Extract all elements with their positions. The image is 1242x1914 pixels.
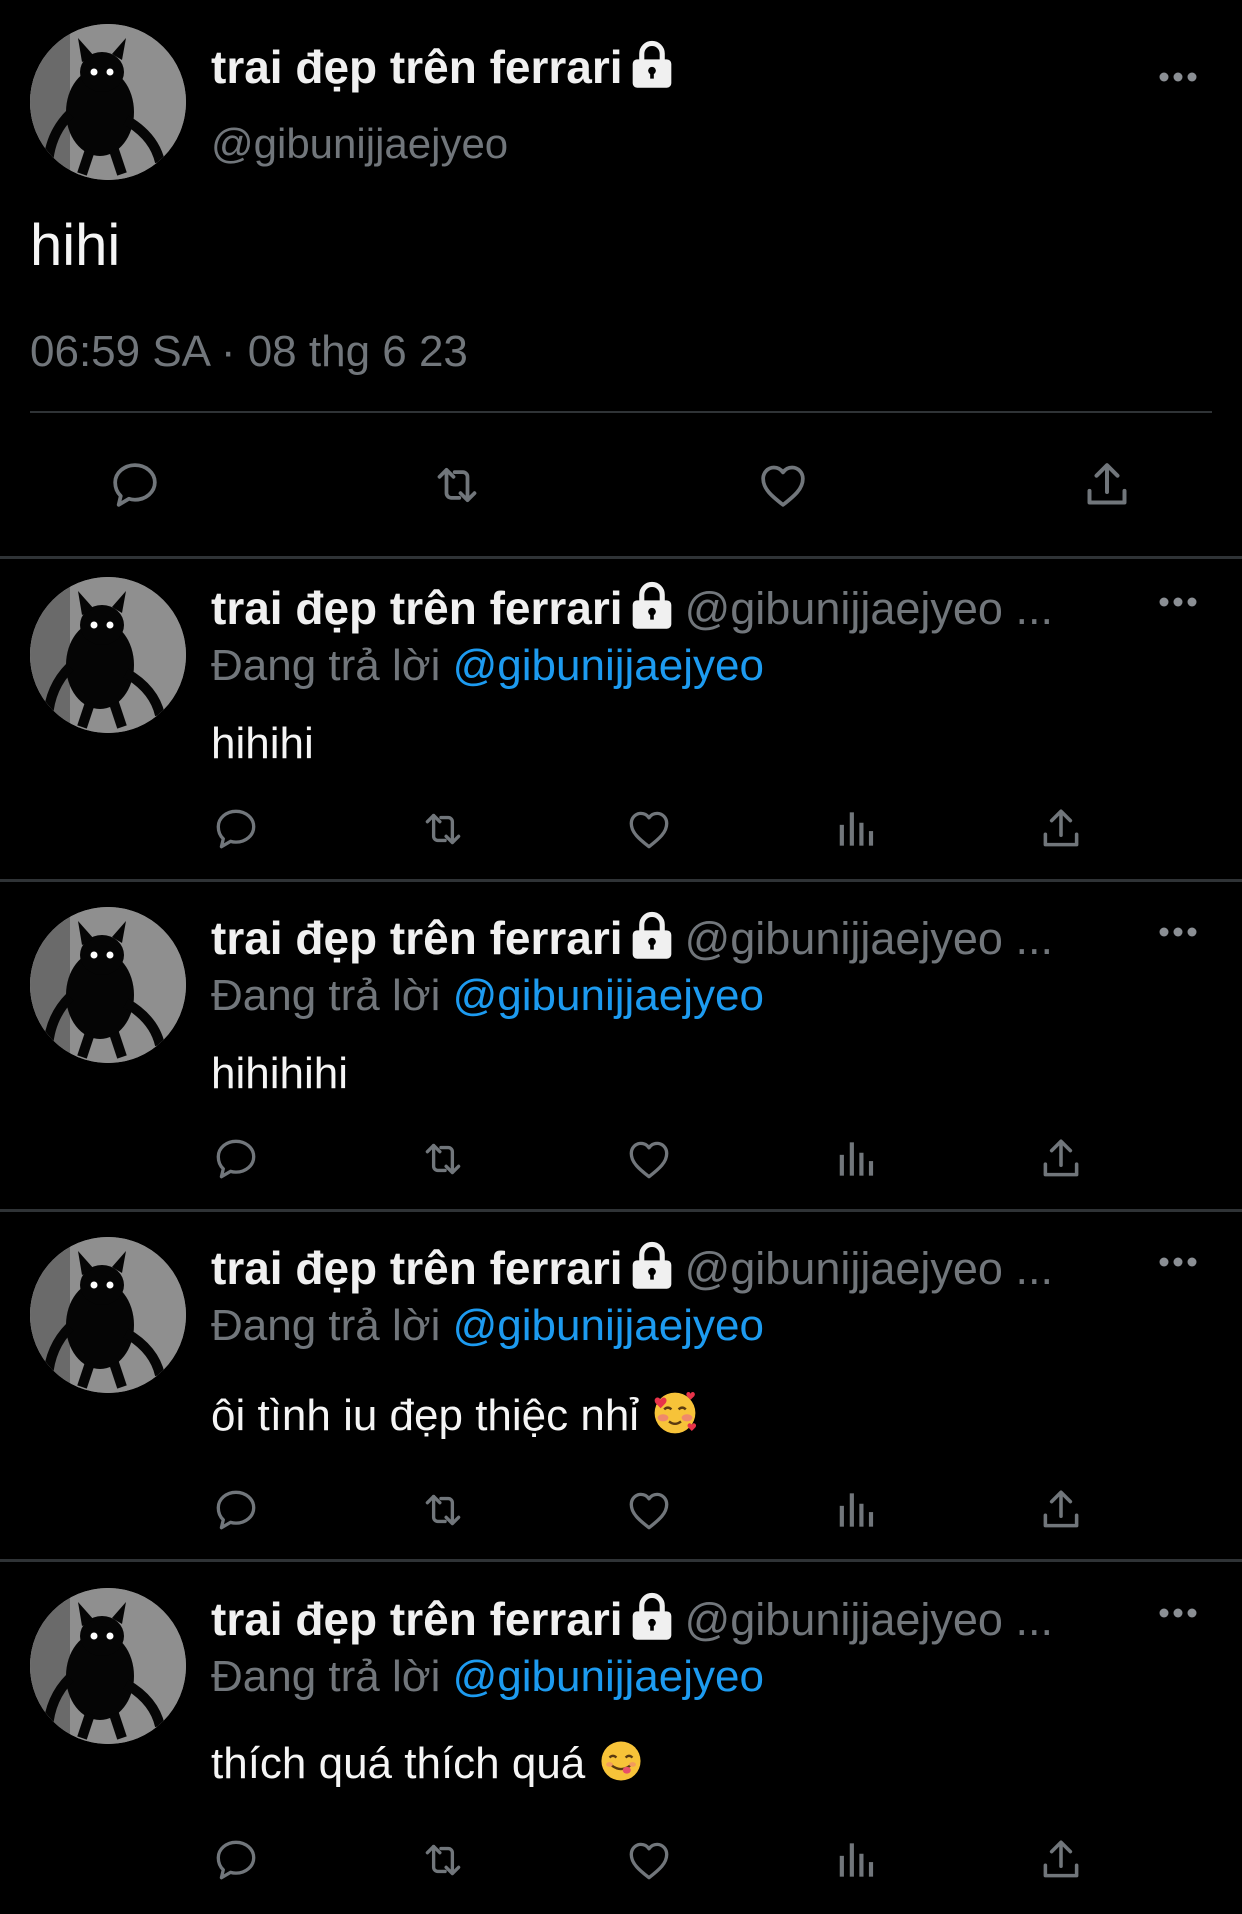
- divider: [0, 1559, 1242, 1562]
- reply-icon[interactable]: [211, 804, 261, 854]
- retweet-icon[interactable]: [418, 1134, 468, 1184]
- tweet-text: hihihi: [211, 719, 314, 769]
- tweet-text: thích quá thích quá: [211, 1738, 644, 1795]
- tweet-timestamp[interactable]: 06:59 SA · 08 thg 6 23: [30, 327, 468, 377]
- reply-icon[interactable]: [211, 1134, 261, 1184]
- tweet-text: hihi: [30, 213, 121, 278]
- author-name-row[interactable]: trai đẹp trên ferrari: [211, 40, 675, 101]
- views-icon[interactable]: [831, 1134, 881, 1184]
- author-name[interactable]: trai đẹp trên ferrari: [211, 1593, 623, 1645]
- like-icon[interactable]: [624, 1485, 674, 1535]
- replying-to-line: Đang trả lời @gibunijjaejyeo: [211, 641, 764, 691]
- tweet-text: hihihihi: [211, 1049, 348, 1099]
- smiling-face-with-hearts-icon: [651, 1389, 699, 1448]
- face-savoring-food-icon: [598, 1738, 644, 1795]
- reply-icon[interactable]: [211, 1835, 261, 1885]
- avatar[interactable]: [30, 24, 186, 180]
- retweet-icon[interactable]: [429, 457, 485, 513]
- replying-prefix: Đang trả lời: [211, 971, 441, 1020]
- avatar[interactable]: [30, 907, 186, 1063]
- main-tweet: trai đẹp trên ferrari @gibunijjaejyeo hi…: [0, 0, 1242, 557]
- avatar[interactable]: [30, 1588, 186, 1744]
- share-icon[interactable]: [1036, 804, 1086, 854]
- author-handle[interactable]: @gibunijjaejyeo ...: [685, 583, 1053, 634]
- author-handle[interactable]: @gibunijjaejyeo: [211, 120, 508, 168]
- like-icon[interactable]: [624, 1134, 674, 1184]
- author-name[interactable]: trai đẹp trên ferrari: [211, 582, 623, 634]
- author-name[interactable]: trai đẹp trên ferrari: [211, 1242, 623, 1294]
- lock-icon: [629, 1592, 675, 1653]
- divider: [30, 411, 1212, 413]
- replying-prefix: Đang trả lời: [211, 641, 441, 690]
- more-options-icon[interactable]: [1158, 925, 1198, 943]
- tweet-text-content: hihihi: [211, 719, 314, 768]
- reply-tweet[interactable]: trai đẹp trên ferrari @gibunijjaejyeo ...…: [0, 1219, 1242, 1559]
- replying-prefix: Đang trả lời: [211, 1301, 441, 1350]
- views-icon[interactable]: [831, 804, 881, 854]
- like-icon[interactable]: [624, 804, 674, 854]
- views-icon[interactable]: [831, 1835, 881, 1885]
- views-icon[interactable]: [831, 1485, 881, 1535]
- tweet-text-content: ôi tình iu đẹp thiệc nhỉ: [211, 1391, 640, 1441]
- lock-icon: [629, 1241, 675, 1302]
- retweet-icon[interactable]: [418, 1485, 468, 1535]
- reply-header: trai đẹp trên ferrari @gibunijjaejyeo ...: [211, 1592, 1131, 1653]
- author-name[interactable]: trai đẹp trên ferrari: [211, 41, 623, 93]
- like-icon[interactable]: [755, 457, 811, 513]
- more-options-icon[interactable]: [1158, 595, 1198, 613]
- replying-to-link[interactable]: @gibunijjaejyeo: [453, 641, 764, 690]
- replying-prefix: Đang trả lời: [211, 1652, 441, 1701]
- replying-to-line: Đang trả lời @gibunijjaejyeo: [211, 1652, 764, 1702]
- replying-to-line: Đang trả lời @gibunijjaejyeo: [211, 971, 764, 1021]
- lock-icon: [629, 581, 675, 642]
- reply-header: trai đẹp trên ferrari @gibunijjaejyeo ...: [211, 1241, 1131, 1302]
- reply-header: trai đẹp trên ferrari @gibunijjaejyeo ...: [211, 911, 1131, 972]
- tweet-text-content: hihihihi: [211, 1049, 348, 1098]
- lock-icon: [629, 40, 675, 101]
- tweet-text: ôi tình iu đẹp thiệc nhỉ: [211, 1389, 699, 1448]
- divider: [0, 879, 1242, 882]
- share-icon[interactable]: [1036, 1134, 1086, 1184]
- like-icon[interactable]: [624, 1835, 674, 1885]
- author-handle[interactable]: @gibunijjaejyeo ...: [685, 1243, 1053, 1294]
- lock-icon: [629, 911, 675, 972]
- avatar[interactable]: [30, 577, 186, 733]
- author-handle[interactable]: @gibunijjaejyeo ...: [685, 913, 1053, 964]
- reply-tweet[interactable]: trai đẹp trên ferrari @gibunijjaejyeo ...…: [0, 889, 1242, 1209]
- more-options-icon[interactable]: [1158, 1255, 1198, 1273]
- more-options-icon[interactable]: [1158, 70, 1198, 88]
- share-icon[interactable]: [1036, 1835, 1086, 1885]
- reply-icon[interactable]: [107, 457, 163, 513]
- reply-tweet[interactable]: trai đẹp trên ferrari @gibunijjaejyeo ...…: [0, 1570, 1242, 1914]
- replying-to-line: Đang trả lời @gibunijjaejyeo: [211, 1301, 764, 1351]
- avatar[interactable]: [30, 1237, 186, 1393]
- author-handle[interactable]: @gibunijjaejyeo ...: [685, 1594, 1053, 1645]
- reply-header: trai đẹp trên ferrari @gibunijjaejyeo ...: [211, 581, 1131, 642]
- retweet-icon[interactable]: [418, 1835, 468, 1885]
- more-options-icon[interactable]: [1158, 1606, 1198, 1624]
- share-icon[interactable]: [1079, 457, 1135, 513]
- reply-tweet[interactable]: trai đẹp trên ferrari @gibunijjaejyeo ...…: [0, 559, 1242, 879]
- tweet-text-content: thích quá thích quá: [211, 1739, 586, 1789]
- retweet-icon[interactable]: [418, 804, 468, 854]
- divider: [0, 1209, 1242, 1212]
- reply-icon[interactable]: [211, 1485, 261, 1535]
- replying-to-link[interactable]: @gibunijjaejyeo: [453, 1301, 764, 1350]
- author-name[interactable]: trai đẹp trên ferrari: [211, 912, 623, 964]
- replying-to-link[interactable]: @gibunijjaejyeo: [453, 971, 764, 1020]
- replying-to-link[interactable]: @gibunijjaejyeo: [453, 1652, 764, 1701]
- share-icon[interactable]: [1036, 1485, 1086, 1535]
